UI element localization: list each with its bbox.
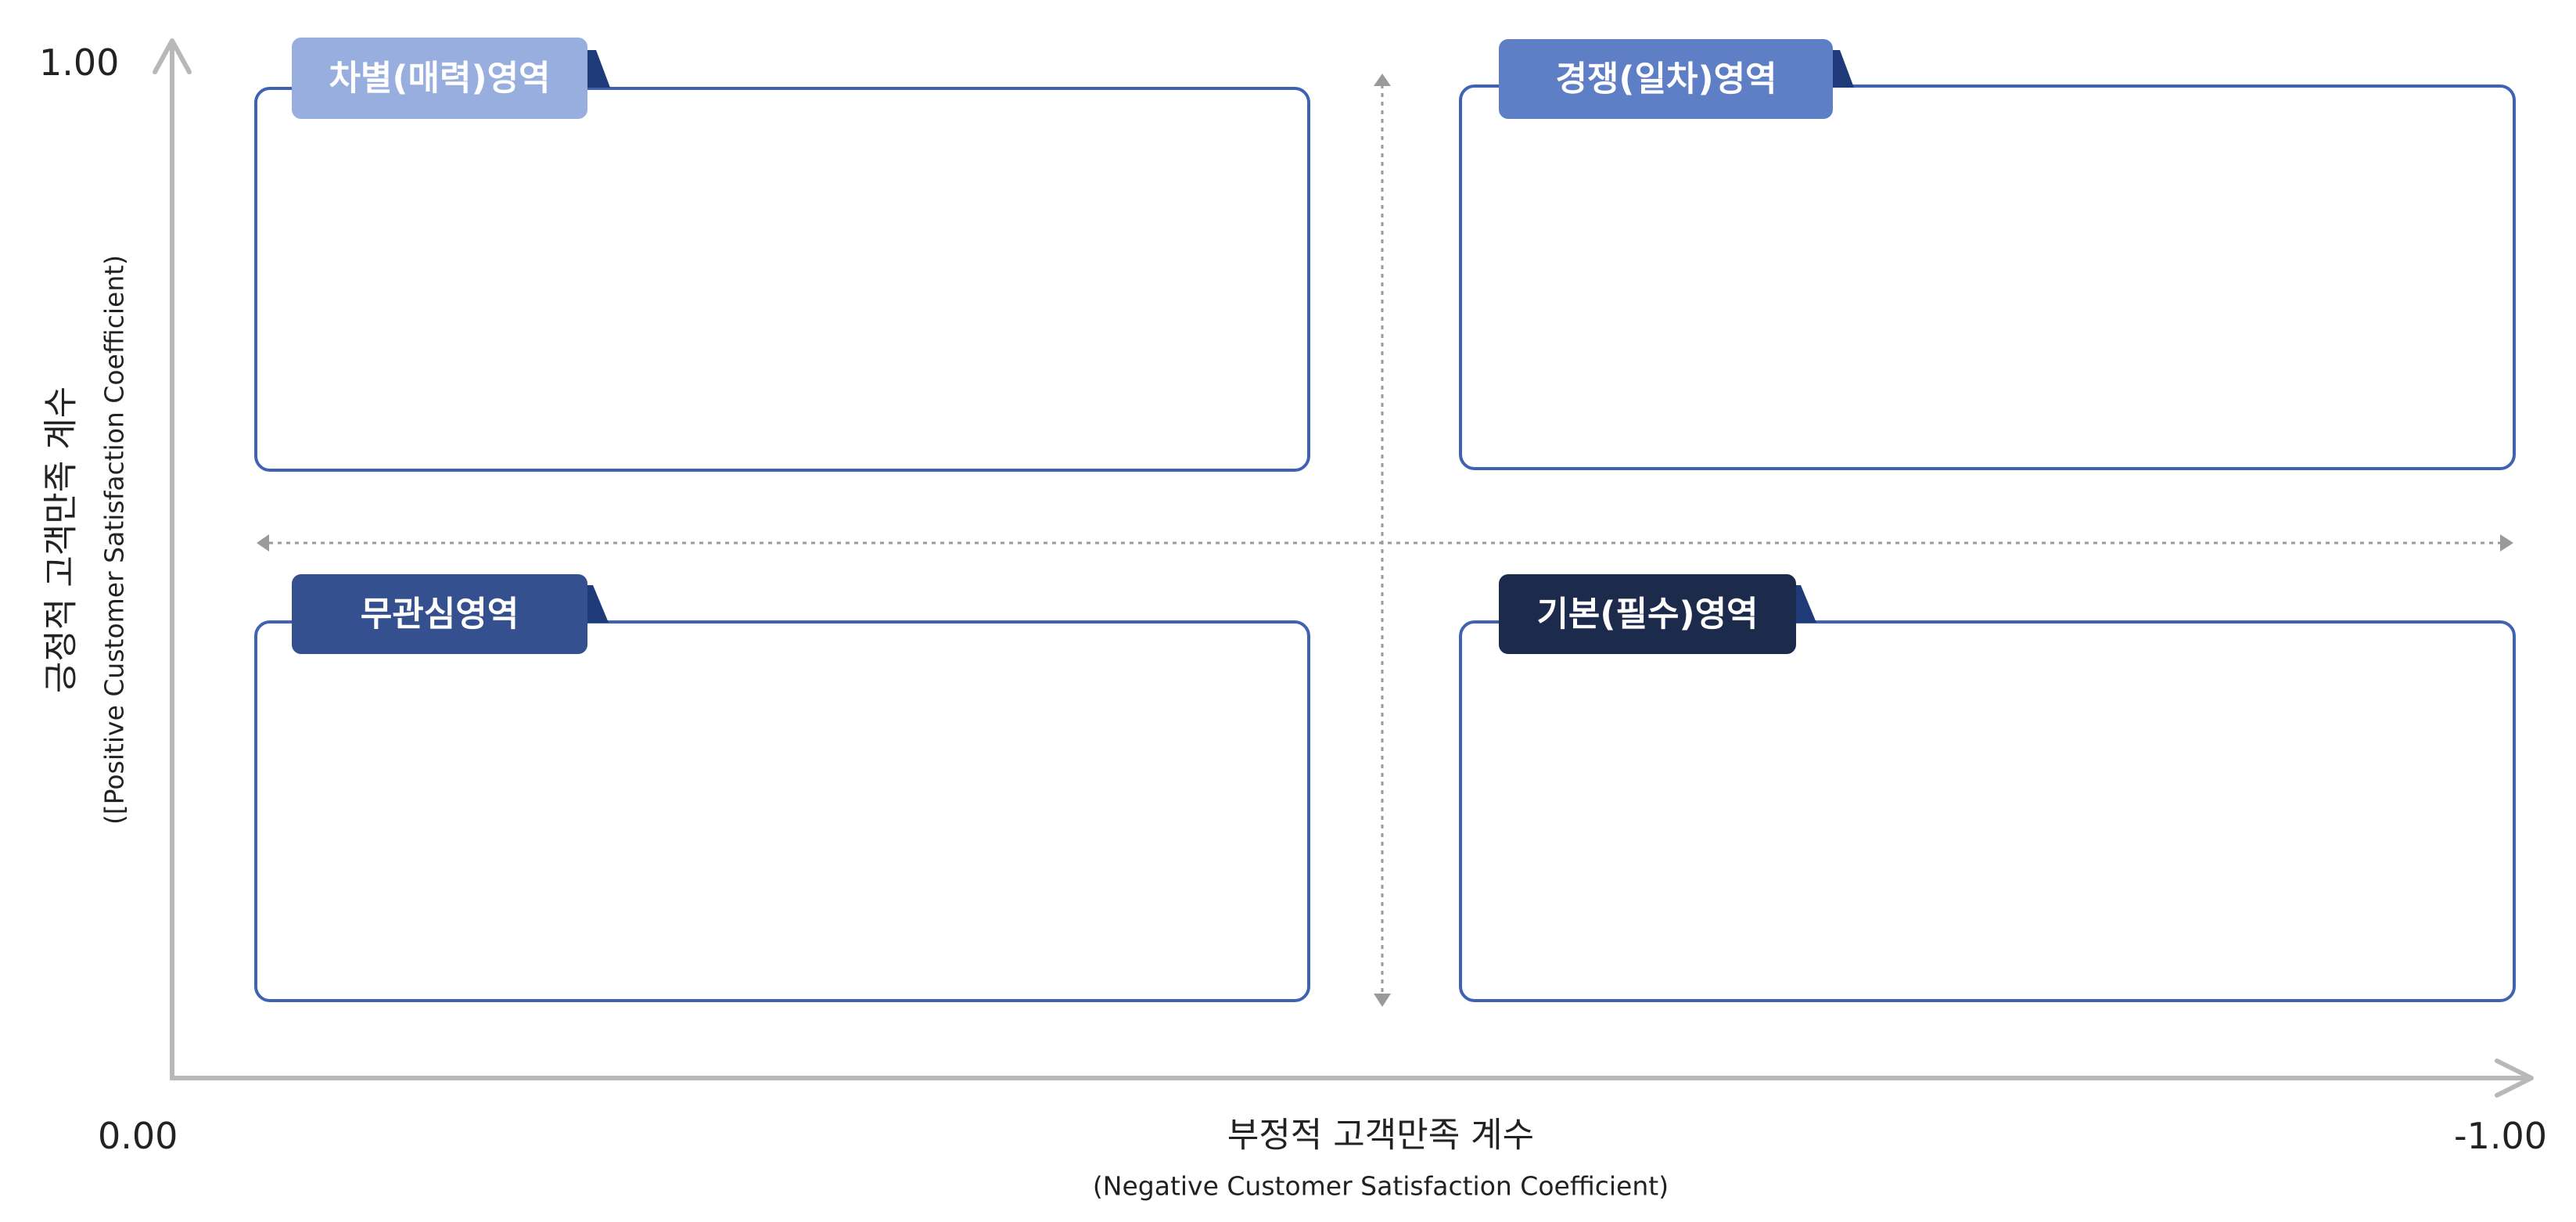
- quadrant-boxes: [254, 84, 2516, 1002]
- y-max-label: 1.00: [39, 41, 119, 84]
- x-axis-title-en: (Negative Customer Satisfaction Coeffici…: [1093, 1171, 1669, 1202]
- origin-label: 0.00: [98, 1115, 178, 1157]
- quadrant-tab-top-left: 차별(매력)영역: [292, 38, 610, 119]
- y-axis-title-en: ([Positive Customer Satisfaction Coeffic…: [99, 255, 130, 825]
- quadrant-tab-bottom-right: 기본(필수)영역: [1499, 574, 1816, 654]
- quadrant-label-bottom-left: 무관심영역: [361, 595, 519, 634]
- quadrant-tab-bottom-left: 무관심영역: [292, 574, 609, 654]
- horizontal-divider-right-arrow: [2500, 534, 2513, 552]
- y-axis-title-ko: 긍정적 고객만족 계수: [41, 386, 81, 693]
- kano-quadrant-diagram: 차별(매력)영역 경쟁(일차)영역 무관심영역 기본(필수)영역 1.00 0.…: [39, 38, 2547, 1202]
- quadrant-tab-top-right: 경쟁(일차)영역: [1499, 39, 1854, 119]
- quadrant-box-bottom-left: [254, 620, 1310, 1002]
- quadrant-label-top-left: 차별(매력)영역: [329, 59, 550, 99]
- quadrant-label-bottom-right: 기본(필수)영역: [1536, 595, 1758, 634]
- x-axis-title-ko: 부정적 고객만족 계수: [1227, 1116, 1534, 1156]
- quadrant-box-top-right: [1459, 84, 2516, 470]
- x-max-label: -1.00: [2454, 1115, 2547, 1157]
- quadrant-label-top-right: 경쟁(일차)영역: [1555, 59, 1777, 99]
- vertical-divider-bottom-arrow: [1374, 994, 1391, 1007]
- horizontal-divider-left-arrow: [257, 534, 269, 552]
- vertical-divider-top-arrow: [1374, 74, 1391, 86]
- quadrant-box-bottom-right: [1459, 620, 2516, 1002]
- quadrant-box-top-left: [254, 87, 1310, 472]
